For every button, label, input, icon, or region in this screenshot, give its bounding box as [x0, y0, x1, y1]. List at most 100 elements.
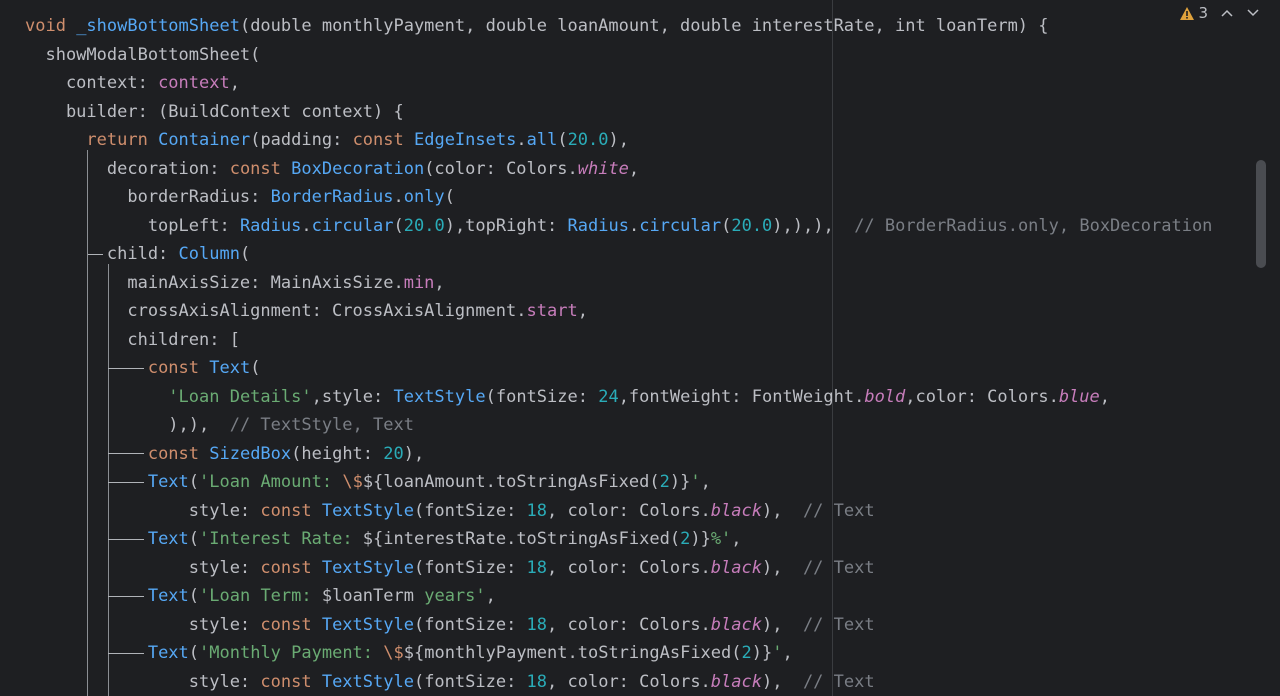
code-token: // Text — [802, 671, 875, 692]
code-token: TextStyle — [321, 671, 414, 692]
code-token: ,fontWeight: FontWeight. — [618, 386, 865, 407]
code-line[interactable]: showModalBottomSheet( — [0, 41, 1280, 70]
code-token: ),),), — [772, 215, 855, 236]
code-token: // BorderRadius.only, BoxDecoration — [854, 215, 1213, 236]
code-area[interactable]: void _showBottomSheet(double monthlyPaym… — [0, 12, 1280, 696]
code-token: 20.0 — [731, 215, 773, 236]
code-line[interactable]: child: Column( — [0, 240, 1280, 269]
code-line[interactable]: Text('Interest Rate: ${interestRate.toSt… — [0, 525, 1280, 554]
code-token: , — [700, 472, 711, 492]
warning-count: 3 — [1198, 4, 1208, 22]
code-line[interactable]: mainAxisSize: MainAxisSize.min, — [0, 269, 1280, 298]
code-line[interactable]: const SizedBox(height: 20), — [0, 440, 1280, 469]
code-line[interactable]: Text('Loan Amount: \$${loanAmount.toStri… — [0, 468, 1280, 497]
code-token: , — [628, 158, 640, 179]
code-token: (fontSize: — [485, 386, 599, 407]
code-line[interactable]: topLeft: Radius.circular(20.0),topRight:… — [0, 212, 1280, 241]
warning-triangle-icon — [1180, 6, 1195, 20]
code-token: const — [260, 614, 322, 635]
code-line[interactable]: const Text( — [0, 354, 1280, 383]
code-token: , color: Colors. — [547, 614, 711, 635]
code-line[interactable]: crossAxisAlignment: CrossAxisAlignment.s… — [0, 297, 1280, 326]
code-line[interactable]: decoration: const BoxDecoration(color: C… — [0, 155, 1280, 184]
code-token: return — [86, 130, 159, 150]
code-token: ), — [761, 671, 803, 692]
code-line[interactable]: void _showBottomSheet(double monthlyPaym… — [0, 12, 1280, 41]
code-token: )} — [751, 643, 773, 663]
code-token: 20.0 — [403, 215, 445, 236]
code-token: Container — [158, 130, 251, 150]
code-token: (color: Colors. — [424, 158, 578, 179]
code-token: ), — [761, 614, 803, 635]
code-token: min — [403, 272, 435, 293]
code-line[interactable]: style: const TextStyle(fontSize: 18, col… — [0, 668, 1280, 696]
code-token: TextStyle — [321, 614, 414, 635]
code-line[interactable]: return Container(padding: const EdgeInse… — [0, 126, 1280, 155]
code-token: 2 — [659, 472, 670, 492]
vertical-scrollbar-thumb[interactable] — [1256, 160, 1266, 268]
code-token: 18 — [526, 614, 548, 635]
code-token: const — [229, 158, 292, 179]
code-token: Text — [147, 472, 189, 492]
code-line[interactable]: style: const TextStyle(fontSize: 18, col… — [0, 497, 1280, 526]
code-token: (fontSize: — [413, 614, 527, 635]
code-token: TextStyle — [393, 386, 486, 407]
code-token: ( — [721, 215, 732, 236]
code-token: \$ — [383, 643, 404, 663]
code-token: . — [628, 215, 640, 236]
code-token: decoration: — [25, 158, 230, 179]
code-line[interactable]: builder: (BuildContext context) { — [0, 98, 1280, 127]
code-token: 18 — [526, 557, 548, 578]
code-token: . — [393, 187, 404, 207]
code-token: years' — [413, 586, 486, 606]
code-token: (height: — [291, 443, 384, 464]
code-token: %' — [710, 529, 732, 549]
code-token: , — [434, 272, 445, 293]
code-line[interactable]: style: const TextStyle(fontSize: 18, col… — [0, 611, 1280, 640]
code-line[interactable]: 'Loan Details',style: TextStyle(fontSize… — [0, 383, 1280, 412]
code-token: ( — [393, 215, 404, 236]
code-token: only — [403, 187, 445, 207]
code-token: ( — [188, 643, 200, 663]
code-line[interactable]: Text('Loan Term: $loanTerm years', — [0, 582, 1280, 611]
code-token: , — [229, 73, 240, 93]
code-line[interactable]: context: context, — [0, 69, 1280, 98]
code-token: const — [147, 358, 210, 378]
code-token: ), — [608, 130, 629, 150]
code-token: child: — [25, 244, 179, 264]
code-token: circular — [639, 215, 722, 236]
warning-indicator[interactable]: 3 — [1179, 4, 1208, 22]
chevron-up-icon[interactable] — [1220, 6, 1234, 20]
code-token: Text — [209, 358, 251, 378]
inspection-widget[interactable]: 3 — [1179, 4, 1260, 22]
code-token: black — [710, 557, 762, 578]
code-line[interactable]: children: [ — [0, 326, 1280, 355]
code-line[interactable]: borderRadius: BorderRadius.only( — [0, 183, 1280, 212]
code-token: 'Interest Rate: — [199, 529, 363, 549]
code-line[interactable]: ),), // TextStyle, Text — [0, 411, 1280, 440]
code-line[interactable]: Text('Monthly Payment: \$${monthlyPaymen… — [0, 639, 1280, 668]
code-token: children: [ — [25, 329, 240, 350]
code-token: crossAxisAlignment: CrossAxisAlignment. — [25, 301, 527, 321]
code-token: (padding: — [250, 130, 353, 150]
code-token: ,style: — [311, 386, 394, 407]
code-token: ${interestRate.toStringAsFixed( — [362, 529, 681, 549]
code-token: const — [260, 557, 322, 578]
code-token: const — [352, 130, 414, 150]
code-token: 18 — [526, 671, 548, 692]
code-token: ( — [250, 358, 261, 378]
code-token: ( — [188, 529, 200, 549]
code-token: 20 — [383, 443, 404, 464]
code-token: 2 — [680, 529, 691, 549]
code-token: style: — [25, 671, 261, 692]
code-token: // TextStyle, Text — [229, 415, 414, 435]
chevron-down-icon[interactable] — [1246, 6, 1260, 20]
code-editor[interactable]: void _showBottomSheet(double monthlyPaym… — [0, 0, 1280, 696]
code-token: TextStyle — [321, 500, 414, 521]
code-token: Text — [147, 586, 189, 606]
code-line[interactable]: style: const TextStyle(fontSize: 18, col… — [0, 554, 1280, 583]
code-token: SizedBox — [209, 443, 292, 464]
